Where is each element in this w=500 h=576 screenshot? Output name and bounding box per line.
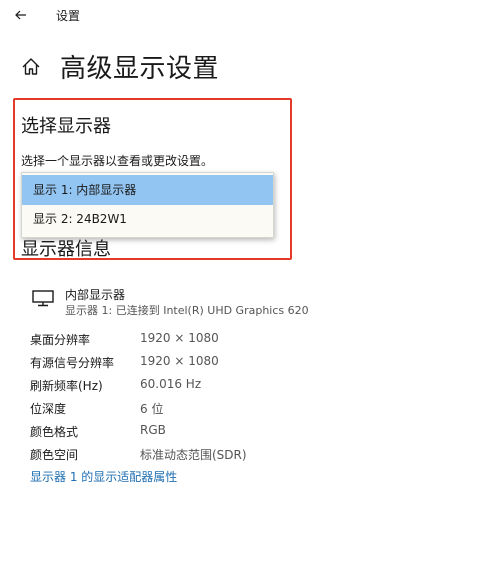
display-dropdown[interactable]: 显示 1: 内部显示器 显示 2: 24B2W1: [21, 172, 274, 238]
select-display-description: 选择一个显示器以查看或更改设置。: [21, 154, 214, 168]
refresh-rate-label: 刷新频率(Hz): [30, 379, 103, 393]
back-button[interactable]: [8, 4, 34, 26]
select-display-heading: 选择显示器: [21, 116, 111, 137]
dropdown-option-display-1[interactable]: 显示 1: 内部显示器: [22, 175, 273, 205]
color-space-value: 标准动态范围(SDR): [140, 448, 247, 462]
monitor-name: 内部显示器: [65, 288, 126, 302]
display-info-heading: 显示器信息: [21, 239, 111, 260]
refresh-rate-value: 60.016 Hz: [140, 377, 202, 391]
monitor-connection: 显示器 1: 已连接到 Intel(R) UHD Graphics 620: [65, 304, 309, 317]
color-format-value: RGB: [140, 423, 166, 437]
dropdown-option-display-2[interactable]: 显示 2: 24B2W1: [22, 204, 273, 234]
monitor-icon: [31, 289, 55, 307]
back-arrow-icon: [15, 10, 26, 20]
active-signal-resolution-value: 1920 × 1080: [140, 354, 219, 368]
bit-depth-value: 6 位: [140, 402, 164, 416]
bit-depth-label: 位深度: [30, 402, 67, 416]
active-signal-resolution-label: 有源信号分辨率: [30, 356, 115, 370]
color-format-label: 颜色格式: [30, 425, 79, 439]
window-title: 设置: [56, 9, 81, 23]
home-icon: [20, 56, 42, 78]
desktop-resolution-value: 1920 × 1080: [140, 331, 219, 345]
desktop-resolution-label: 桌面分辨率: [30, 333, 91, 347]
color-space-label: 颜色空间: [30, 448, 79, 462]
page-title: 高级显示设置: [60, 54, 220, 84]
display-adapter-properties-link[interactable]: 显示器 1 的显示适配器属性: [30, 468, 177, 485]
